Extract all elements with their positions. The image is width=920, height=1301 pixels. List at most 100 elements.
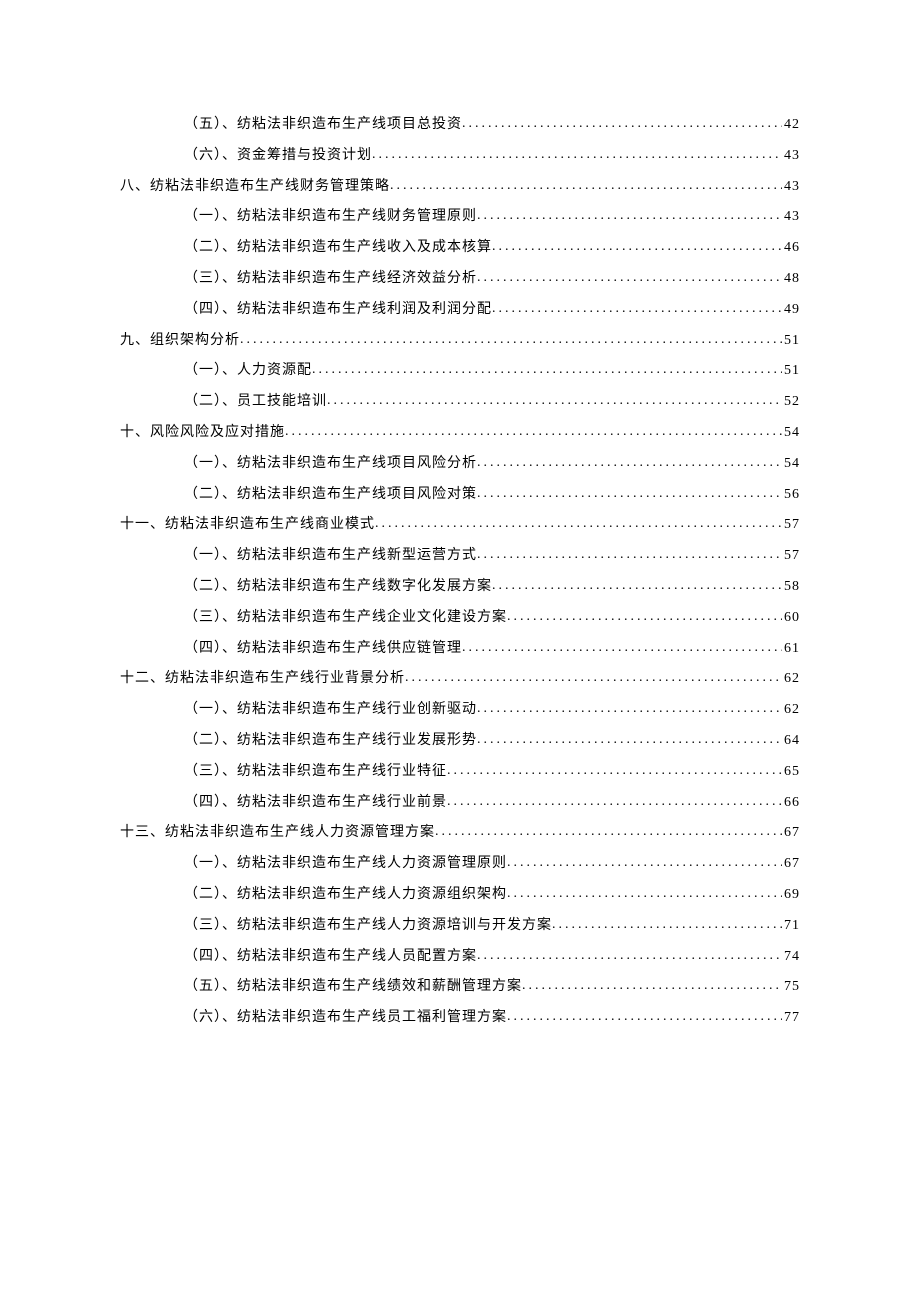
toc-entry-page: 46 [782,233,800,264]
toc-entry-page: 51 [782,326,800,357]
toc-dot-leader [372,141,782,171]
toc-entry-page: 67 [782,849,800,880]
toc-entry-title: （三）、纺粘法非织造布生产线人力资源培训与开发方案 [184,911,552,942]
toc-entry-page: 77 [782,1003,800,1034]
toc-entry: （一）、纺粘法非织造布生产线项目风险分析 54 [120,449,800,480]
toc-entry-title: （二）、纺粘法非织造布生产线数字化发展方案 [184,572,492,603]
toc-dot-leader [447,757,782,787]
toc-dot-leader [477,726,782,756]
toc-dot-leader [477,449,782,479]
toc-entry: （六）、资金筹措与投资计划43 [120,141,800,172]
toc-dot-leader [507,849,782,879]
toc-dot-leader [507,1003,782,1033]
toc-entry-title: 十二、纺粘法非织造布生产线行业背景分析 [120,664,405,695]
toc-entry-title: （二）、员工技能培训 [184,387,327,418]
toc-entry-page: 65 [782,757,800,788]
toc-entry: （四）、纺粘法非织造布生产线供应链管理 61 [120,634,800,665]
toc-dot-leader [477,695,782,725]
toc-entry-page: 69 [782,880,800,911]
toc-entry-title: 八、纺粘法非织造布生产线财务管理策略 [120,172,390,203]
toc-entry: 十三、纺粘法非织造布生产线人力资源管理方案 67 [120,818,800,849]
toc-entry-title: （三）、纺粘法非织造布生产线企业文化建设方案 [184,603,507,634]
toc-entry: （四）、纺粘法非织造布生产线行业前景 66 [120,788,800,819]
toc-dot-leader [390,172,782,202]
toc-entry: （二）、纺粘法非织造布生产线项目风险对策 56 [120,480,800,511]
toc-entry: （二）、纺粘法非织造布生产线人力资源组织架构 69 [120,880,800,911]
toc-entry-title: （一）、人力资源配 [184,356,312,387]
toc-entry: 十一、纺粘法非织造布生产线商业模式57 [120,510,800,541]
toc-entry: （五）、纺粘法非织造布生产线绩效和薪酬管理方案 75 [120,972,800,1003]
toc-entry: （三）、纺粘法非织造布生产线行业特征 65 [120,757,800,788]
toc-entry-title: （三）、纺粘法非织造布生产线经济效益分析 [184,264,477,295]
table-of-contents: （五）、纺粘法非织造布生产线项目总投资42（六）、资金筹措与投资计划43八、纺粘… [120,110,800,1034]
toc-dot-leader [507,880,782,910]
toc-entry-title: （一）、纺粘法非织造布生产线新型运营方式 [184,541,477,572]
toc-dot-leader [477,202,782,232]
toc-entry-page: 56 [782,480,800,511]
toc-dot-leader [477,942,782,972]
toc-entry: 十二、纺粘法非织造布生产线行业背景分析 62 [120,664,800,695]
toc-entry: （二）、纺粘法非织造布生产线数字化发展方案58 [120,572,800,603]
toc-entry: （二）、纺粘法非织造布生产线收入及成本核算 46 [120,233,800,264]
toc-entry-title: （一）、纺粘法非织造布生产线行业创新驱动 [184,695,477,726]
toc-dot-leader [552,911,782,941]
toc-entry: 八、纺粘法非织造布生产线财务管理策略 43 [120,172,800,203]
toc-entry-title: （二）、纺粘法非织造布生产线项目风险对策 [184,480,477,511]
toc-entry-page: 62 [782,664,800,695]
toc-entry: （二）、纺粘法非织造布生产线行业发展形势64 [120,726,800,757]
toc-entry-title: （一）、纺粘法非织造布生产线人力资源管理原则 [184,849,507,880]
toc-entry: （三）、纺粘法非织造布生产线经济效益分析48 [120,264,800,295]
toc-entry-title: （二）、纺粘法非织造布生产线收入及成本核算 [184,233,492,264]
toc-dot-leader [312,356,782,386]
toc-dot-leader [492,572,782,602]
toc-entry-page: 42 [782,110,800,141]
toc-entry: （六）、纺粘法非织造布生产线员工福利管理方案 77 [120,1003,800,1034]
toc-entry-page: 62 [782,695,800,726]
toc-entry-title: （一）、纺粘法非织造布生产线财务管理原则 [184,202,477,233]
toc-entry-page: 52 [782,387,800,418]
toc-dot-leader [240,326,782,356]
toc-entry-page: 74 [782,942,800,973]
toc-entry: （二）、员工技能培训 52 [120,387,800,418]
toc-dot-leader [462,634,782,664]
toc-dot-leader [375,510,782,540]
toc-entry: （三）、纺粘法非织造布生产线企业文化建设方案 60 [120,603,800,634]
toc-dot-leader [492,233,782,263]
toc-entry-page: 51 [782,356,800,387]
toc-entry-title: （三）、纺粘法非织造布生产线行业特征 [184,757,447,788]
toc-entry: （一）、纺粘法非织造布生产线财务管理原则43 [120,202,800,233]
toc-entry-page: 54 [782,449,800,480]
toc-entry-page: 57 [782,541,800,572]
toc-entry: （一）、人力资源配 51 [120,356,800,387]
toc-entry: （三）、纺粘法非织造布生产线人力资源培训与开发方案71 [120,911,800,942]
toc-entry-title: （一）、纺粘法非织造布生产线项目风险分析 [184,449,477,480]
toc-dot-leader [285,418,782,448]
toc-entry-page: 66 [782,788,800,819]
toc-entry: 十、风险风险及应对措施54 [120,418,800,449]
toc-entry-page: 43 [782,141,800,172]
toc-entry-page: 75 [782,972,800,1003]
toc-entry-page: 64 [782,726,800,757]
toc-entry-page: 61 [782,634,800,665]
toc-entry: （一）、纺粘法非织造布生产线新型运营方式 57 [120,541,800,572]
toc-dot-leader [435,818,782,848]
toc-entry-title: 十一、纺粘法非织造布生产线商业模式 [120,510,375,541]
toc-entry-title: （四）、纺粘法非织造布生产线行业前景 [184,788,447,819]
toc-entry-page: 60 [782,603,800,634]
toc-entry-page: 67 [782,818,800,849]
toc-entry: （四）、纺粘法非织造布生产线利润及利润分配49 [120,295,800,326]
toc-dot-leader [492,295,782,325]
toc-entry-title: （四）、纺粘法非织造布生产线供应链管理 [184,634,462,665]
toc-entry: （四）、纺粘法非织造布生产线人员配置方案 74 [120,942,800,973]
toc-dot-leader [477,541,782,571]
toc-entry-title: （四）、纺粘法非织造布生产线人员配置方案 [184,942,477,973]
toc-entry-page: 43 [782,172,800,203]
toc-entry-title: 十、风险风险及应对措施 [120,418,285,449]
toc-entry-title: （五）、纺粘法非织造布生产线绩效和薪酬管理方案 [184,972,522,1003]
toc-entry-title: 九、组织架构分析 [120,326,240,357]
toc-entry-title: （二）、纺粘法非织造布生产线人力资源组织架构 [184,880,507,911]
toc-entry-title: 十三、纺粘法非织造布生产线人力资源管理方案 [120,818,435,849]
toc-dot-leader [507,603,782,633]
toc-entry: （一）、纺粘法非织造布生产线行业创新驱动 62 [120,695,800,726]
toc-entry-title: （六）、纺粘法非织造布生产线员工福利管理方案 [184,1003,507,1034]
